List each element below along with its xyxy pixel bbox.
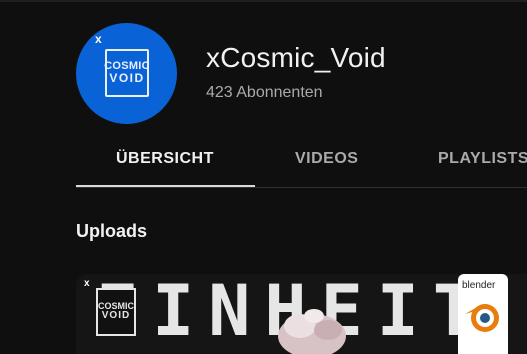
section-title: Uploads <box>76 221 148 241</box>
tabs-divider <box>76 187 527 188</box>
video-thumbnail[interactable]: EINHEIT L'D x COSMIC VOID blender <box>76 274 527 354</box>
top-bar <box>0 0 527 2</box>
logo-line-2: VOID <box>109 71 145 86</box>
blender-label: blender <box>462 280 496 291</box>
tab-videos[interactable]: VIDEOS <box>295 150 358 168</box>
channel-name: xCosmic_Void <box>206 42 386 73</box>
blender-badge: blender <box>458 274 508 354</box>
thumbnail-cosmic-void-logo: COSMIC VOID <box>96 288 136 336</box>
tab-playlists[interactable]: PLAYLISTS <box>438 150 527 168</box>
sculpture-image <box>278 309 346 354</box>
thumbnail-x-mark: x <box>84 278 90 289</box>
avatar-x-mark: x <box>95 32 102 46</box>
thumbnail-logo-line-2: VOID <box>101 310 131 322</box>
blender-icon <box>465 304 499 332</box>
channel-avatar[interactable]: x COSMIC VOID <box>76 23 177 124</box>
tab-overview[interactable]: ÜBERSICHT <box>116 150 214 168</box>
cosmic-void-logo: COSMIC VOID <box>104 49 150 97</box>
channel-tabs: ÜBERSICHT VIDEOS PLAYLISTS <box>0 140 527 188</box>
subscriber-count: 423 Abonnenten <box>206 84 323 101</box>
